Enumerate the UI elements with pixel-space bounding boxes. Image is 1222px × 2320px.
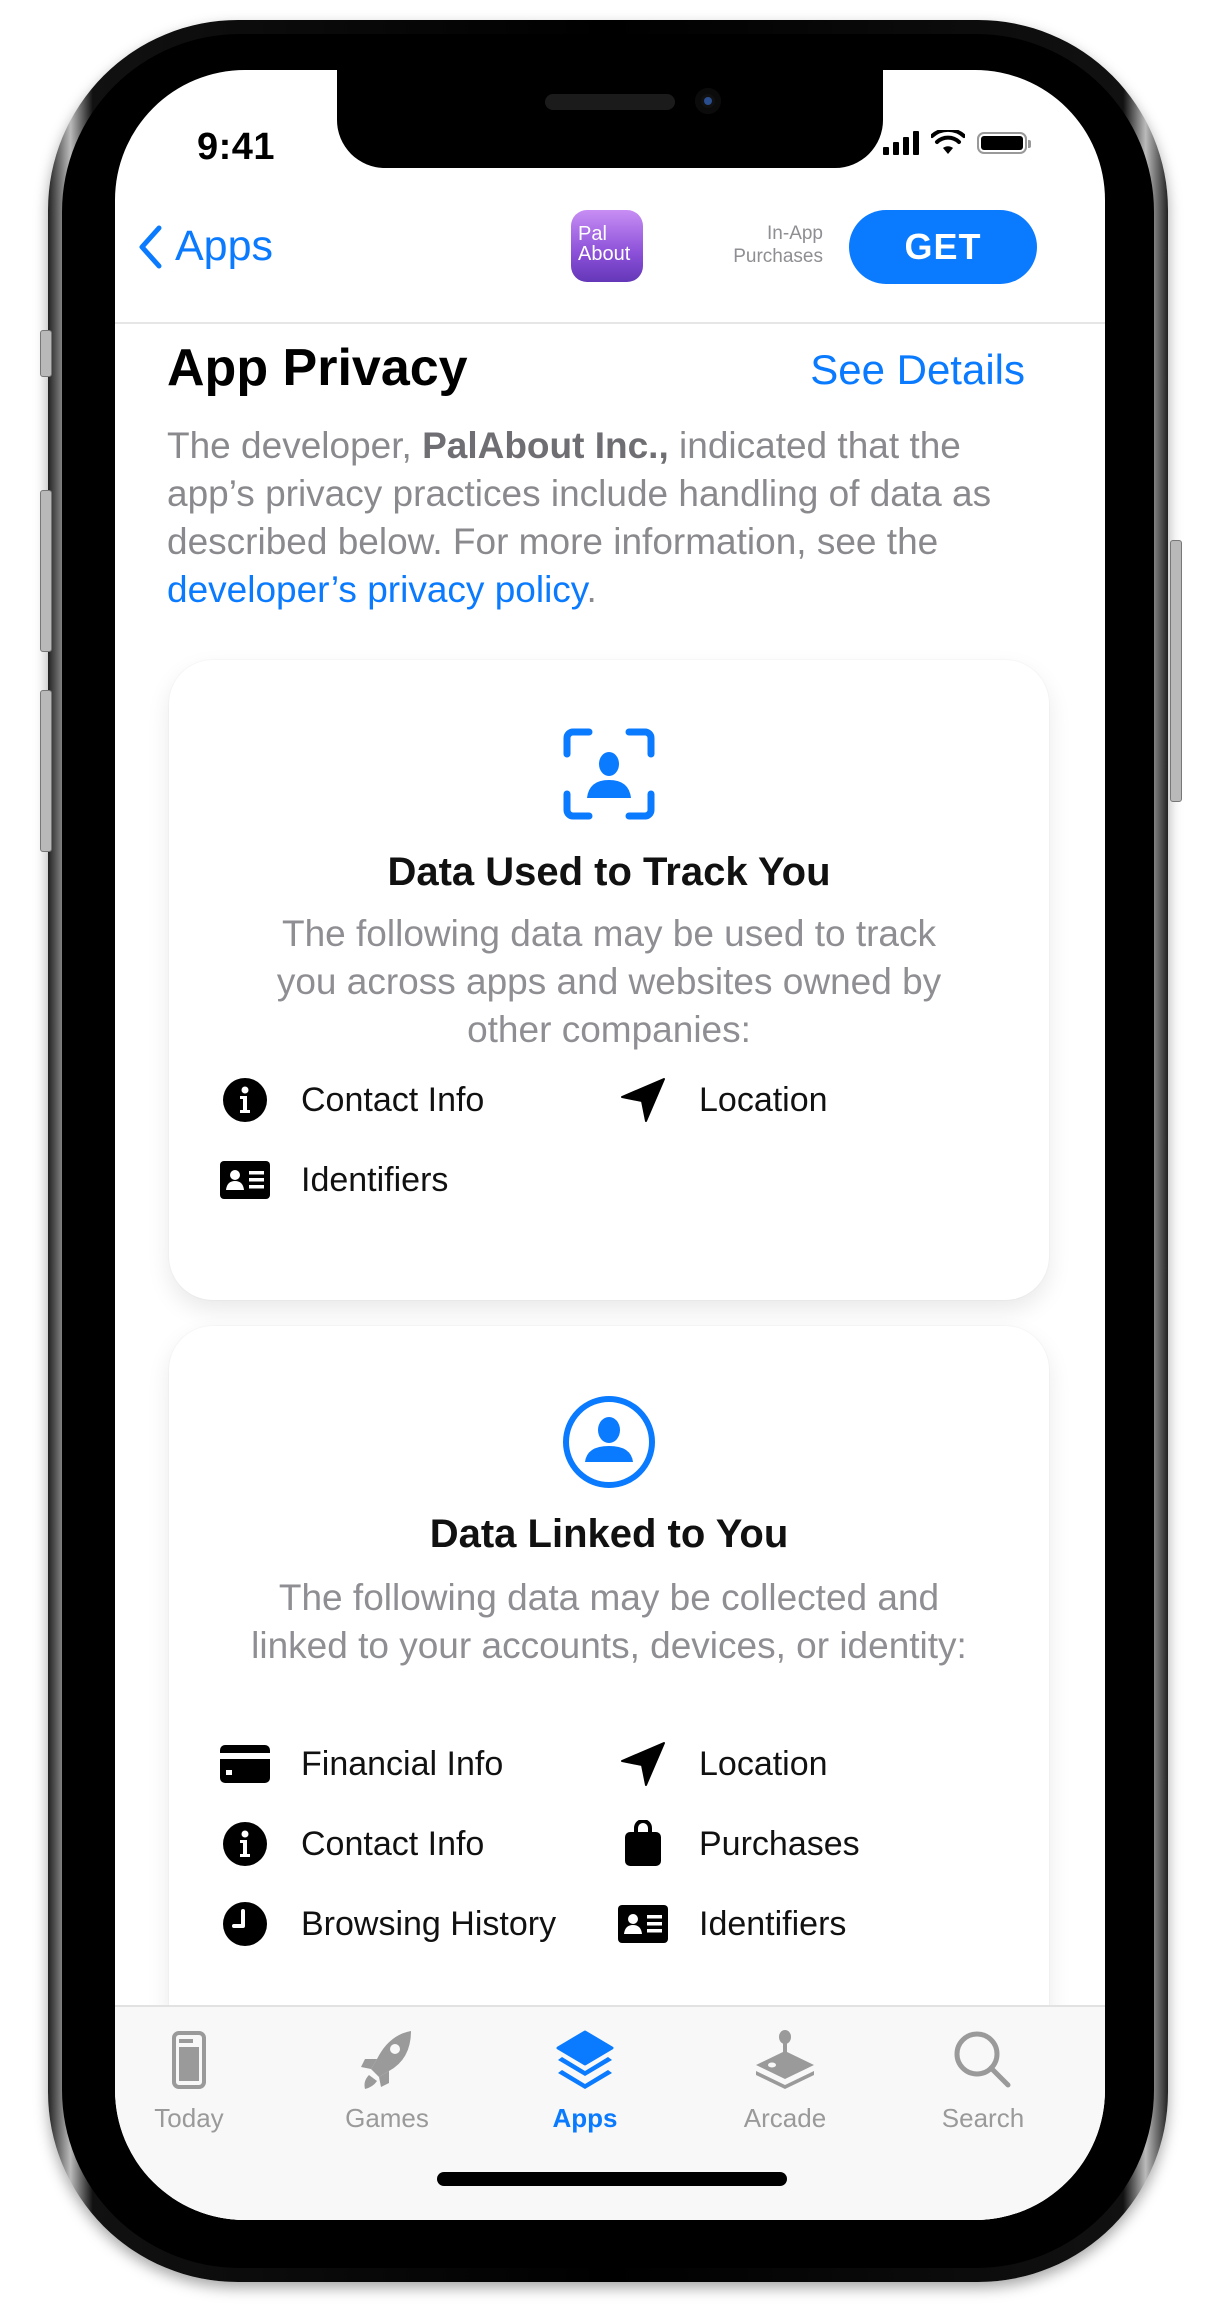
tracking-person-icon [563, 728, 655, 820]
card-title: Data Used to Track You [387, 850, 831, 894]
tab-search[interactable]: Search [913, 2025, 1053, 2134]
power-button [1170, 540, 1182, 802]
app-icon[interactable]: Pal About [571, 210, 643, 282]
iap-line-1: In-App [767, 223, 823, 244]
wifi-icon [931, 130, 965, 154]
data-item-label: Identifiers [699, 1904, 847, 1943]
volume-down-button [40, 690, 52, 852]
desc-prefix: The developer, [167, 425, 423, 466]
tab-arcade[interactable]: Arcade [715, 2025, 855, 2134]
front-camera [695, 88, 721, 114]
tab-games[interactable]: Games [317, 2025, 457, 2134]
location-arrow-icon [615, 1072, 671, 1128]
tab-label: Apps [552, 2103, 618, 2133]
chevron-left-icon [139, 225, 162, 268]
in-app-purchases-label: In-App Purchases [713, 222, 823, 268]
info-circle-icon [217, 1072, 273, 1128]
privacy-card-track[interactable]: Data Used to Track You The following dat… [169, 660, 1049, 1300]
tab-label: Arcade [743, 2103, 827, 2133]
app-icon-text-2: About [578, 243, 631, 265]
search-icon [954, 2031, 1011, 2088]
clock-icon [217, 1896, 273, 1952]
data-item-location[interactable]: Location [615, 1736, 828, 1792]
speaker [545, 94, 675, 110]
back-button[interactable]: Apps [137, 222, 273, 271]
screen: 9:41 Apps Pal About In-App Purchases GET… [115, 70, 1105, 2220]
location-arrow-icon [615, 1736, 671, 1792]
mute-switch [40, 330, 52, 377]
cellular-signal-icon [883, 131, 919, 155]
shopping-bag-icon [615, 1816, 671, 1872]
today-icon [172, 2031, 206, 2089]
see-details-link[interactable]: See Details [810, 346, 1025, 394]
tab-bar: Today Games Apps Arcade Search [115, 2005, 1105, 2220]
back-label: Apps [175, 222, 274, 270]
id-card-icon [615, 1896, 671, 1952]
section-title: App Privacy [167, 339, 468, 397]
data-item-label: Location [699, 1744, 828, 1783]
developer-name: PalAbout Inc., [422, 425, 669, 466]
tab-label: Today [154, 2103, 224, 2133]
card-description: The following data may be used to track … [276, 913, 942, 1050]
status-time: 9:41 [197, 126, 276, 168]
data-item-label: Location [699, 1080, 828, 1119]
data-item-financial-info[interactable]: Financial Info [217, 1736, 503, 1792]
data-item-browsing-history[interactable]: Browsing History [217, 1896, 556, 1952]
nav-bar: Apps Pal About In-App Purchases GET [115, 210, 1105, 324]
data-item-contact-info[interactable]: Contact Info [217, 1816, 484, 1872]
tab-label: Games [345, 2103, 429, 2133]
status-icons [883, 130, 1031, 156]
data-item-contact-info[interactable]: Contact Info [217, 1072, 484, 1128]
layers-icon [556, 2030, 614, 2089]
privacy-description: The developer, PalAbout Inc., indicated … [167, 422, 1047, 614]
battery-icon [977, 132, 1031, 154]
rocket-icon [361, 2031, 411, 2089]
tab-today[interactable]: Today [119, 2025, 259, 2134]
home-indicator[interactable] [437, 2172, 787, 2186]
info-circle-icon [217, 1816, 273, 1872]
card-title: Data Linked to You [429, 1512, 789, 1556]
card-description: The following data may be collected and … [251, 1577, 967, 1666]
data-item-label: Contact Info [301, 1080, 485, 1119]
data-item-label: Browsing History [301, 1904, 557, 1943]
joystick-icon [756, 2030, 814, 2089]
tab-apps[interactable]: Apps [515, 2025, 655, 2134]
data-item-location[interactable]: Location [615, 1072, 828, 1128]
notch [337, 70, 883, 168]
data-item-label: Identifiers [301, 1160, 449, 1199]
get-button[interactable]: GET [849, 210, 1037, 284]
data-item-identifiers[interactable]: Identifiers [217, 1152, 448, 1208]
app-icon-text-1: Pal [578, 223, 607, 245]
id-card-icon [217, 1152, 273, 1208]
credit-card-icon [217, 1736, 273, 1792]
desc-suffix: . [586, 569, 597, 610]
privacy-policy-link[interactable]: developer’s privacy policy [167, 569, 587, 610]
data-item-label: Purchases [699, 1824, 860, 1863]
data-item-identifiers[interactable]: Identifiers [615, 1896, 846, 1952]
data-item-label: Financial Info [301, 1744, 504, 1783]
volume-up-button [40, 490, 52, 652]
data-item-label: Contact Info [301, 1824, 485, 1863]
data-item-purchases[interactable]: Purchases [615, 1816, 860, 1872]
iap-line-2: Purchases [733, 246, 823, 267]
person-circle-icon [563, 1396, 655, 1488]
tab-label: Search [941, 2103, 1025, 2133]
